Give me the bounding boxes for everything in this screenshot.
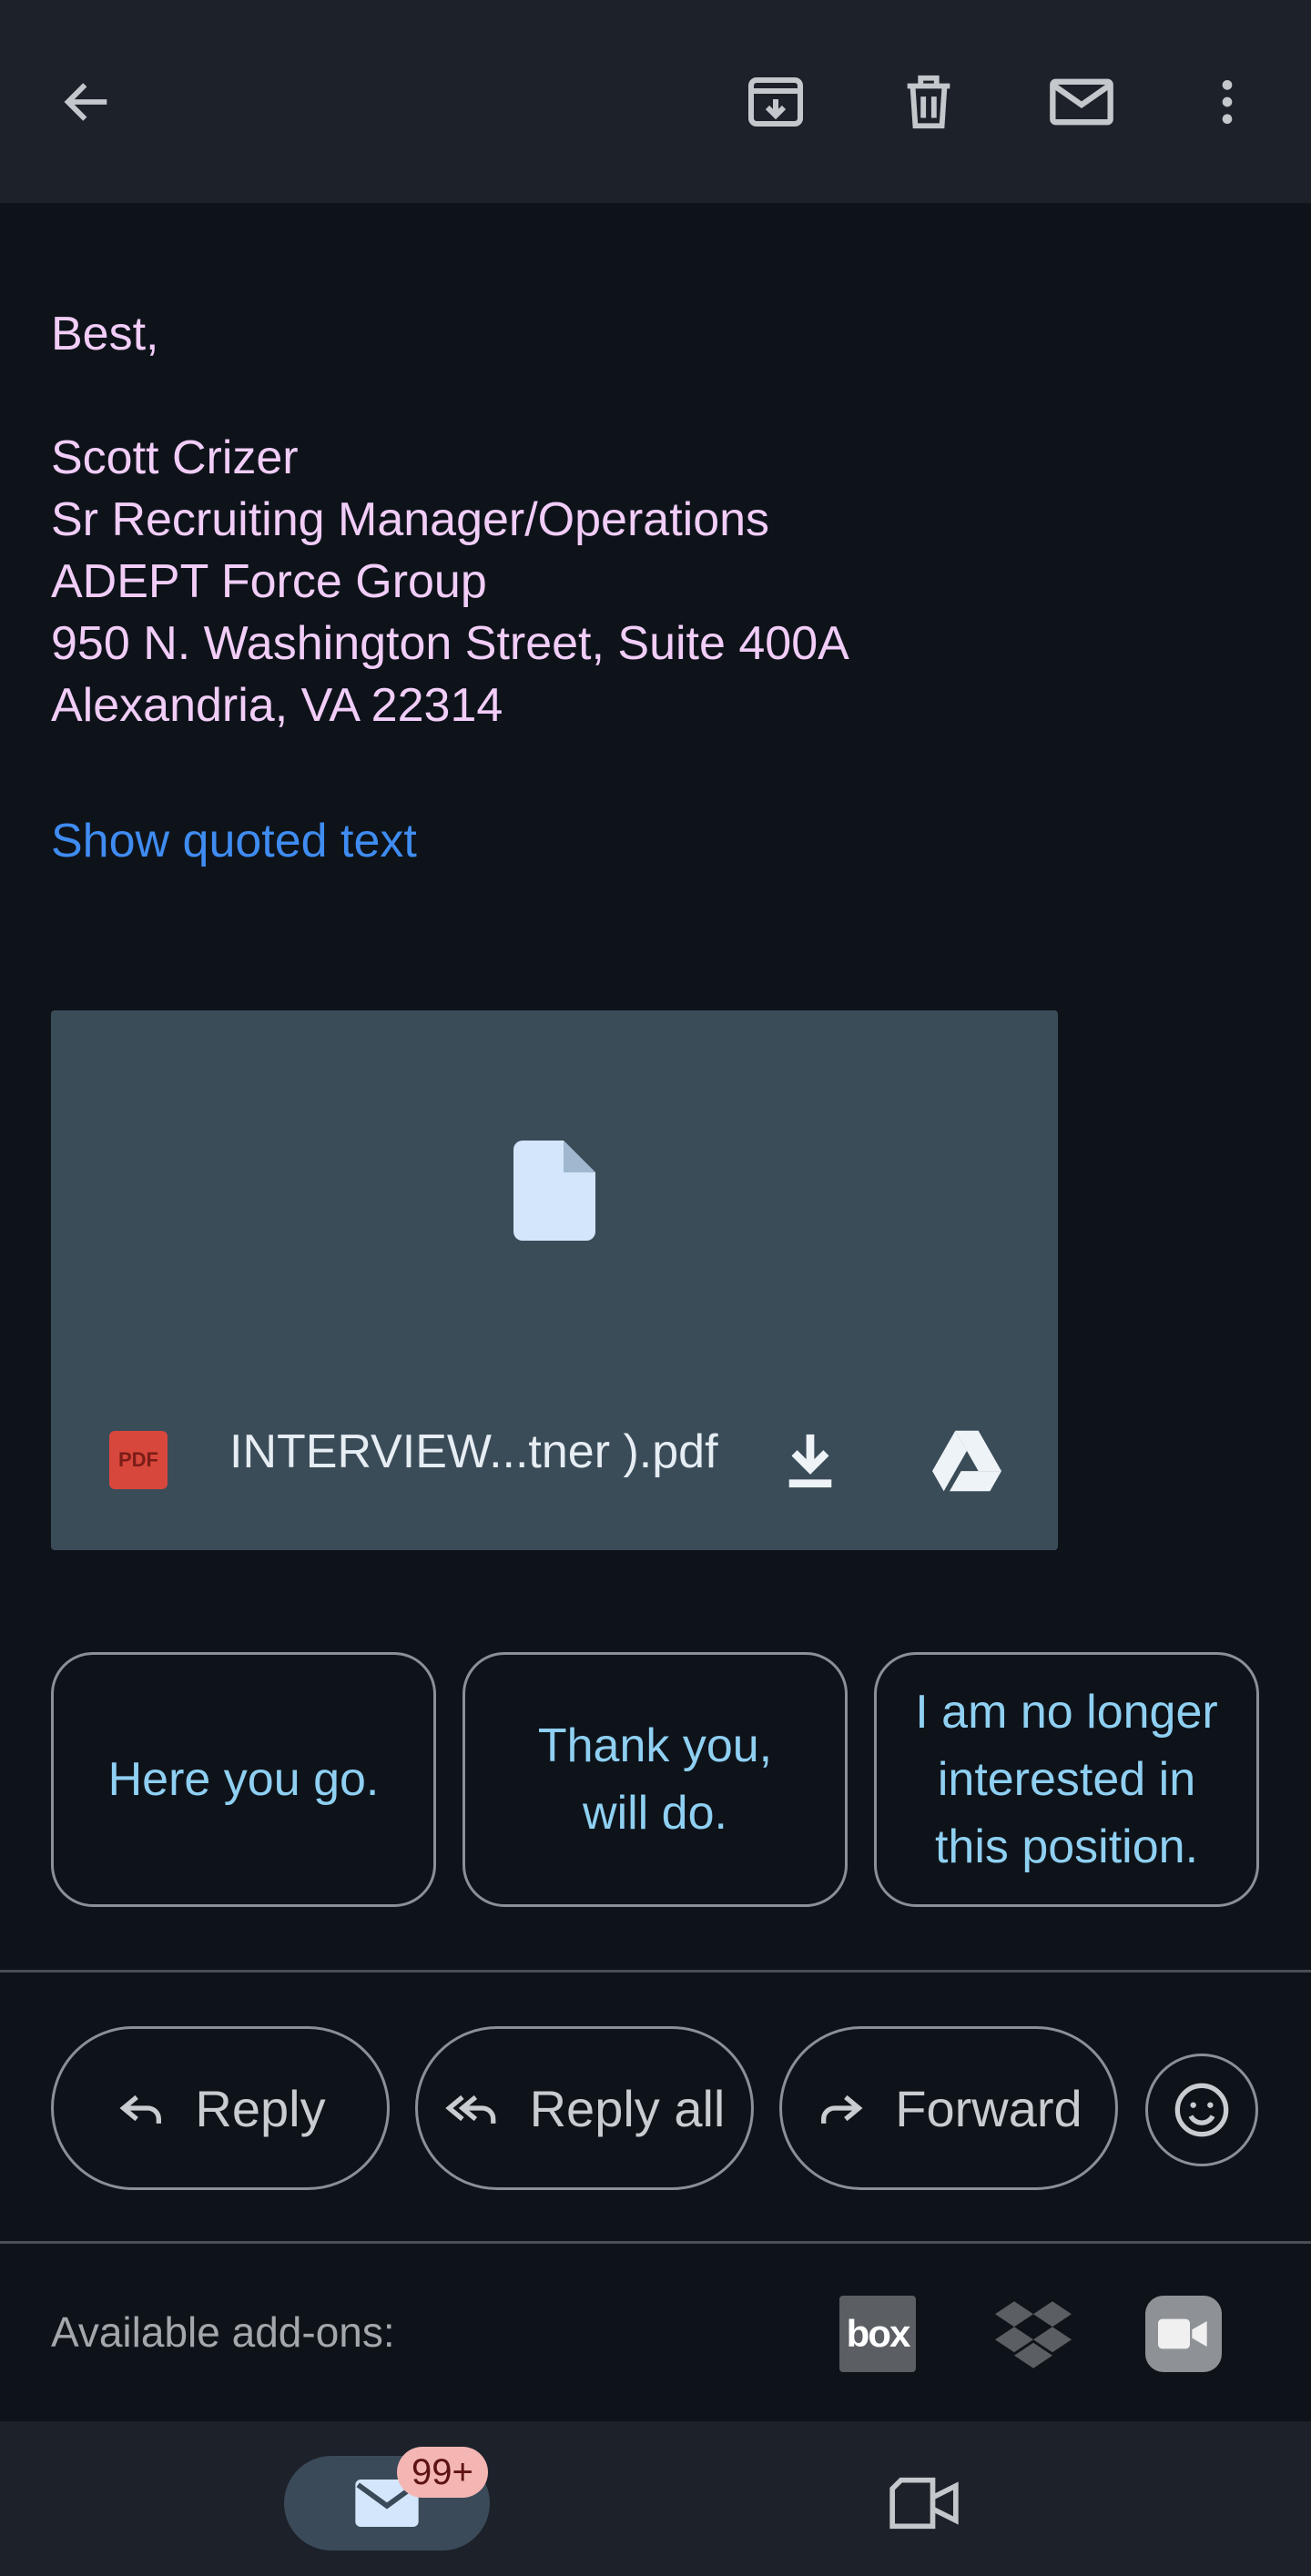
meet-addon-button[interactable]: [1145, 2296, 1222, 2372]
reply-label: Reply: [195, 2079, 326, 2137]
archive-button[interactable]: [721, 47, 830, 157]
video-icon: [889, 2477, 959, 2530]
divider: [0, 2241, 1311, 2244]
box-addon-button[interactable]: box: [839, 2296, 916, 2372]
archive-icon: [748, 77, 803, 127]
smart-reply-text: I am no longer interested in this positi…: [915, 1686, 1218, 1873]
forward-button[interactable]: Forward: [779, 2026, 1118, 2190]
mail-icon: [1050, 78, 1113, 126]
reply-all-icon: [444, 2094, 496, 2124]
more-vert-icon: [1222, 80, 1233, 124]
attachment-card[interactable]: PDF INTERVIEW...tner ).pdf: [51, 1010, 1058, 1550]
forward-icon: [821, 2094, 863, 2124]
signature-title: Sr Recruiting Manager/Operations: [51, 493, 770, 546]
emoji-icon: [1174, 2083, 1229, 2137]
unread-count-badge: 99+: [397, 2447, 488, 2498]
smart-reply-chip[interactable]: Here you go.: [51, 1652, 436, 1907]
smart-reply-text: Here you go.: [107, 1753, 380, 1806]
delete-button[interactable]: [874, 47, 983, 157]
reply-button[interactable]: Reply: [51, 2026, 390, 2190]
react-emoji-button[interactable]: [1145, 2054, 1258, 2166]
top-app-bar: [0, 0, 1311, 203]
bottom-navigation: 99+: [0, 2421, 1311, 2576]
file-icon: [513, 1141, 595, 1241]
google-drive-icon: [932, 1430, 1001, 1492]
back-button[interactable]: [33, 47, 142, 157]
box-logo: box: [846, 2312, 911, 2355]
video-camera-icon: [1158, 2318, 1207, 2349]
dropbox-addon-button[interactable]: [992, 2294, 1074, 2376]
more-options-button[interactable]: [1173, 47, 1282, 157]
show-quoted-text-link[interactable]: Show quoted text: [51, 810, 417, 872]
reply-all-label: Reply all: [529, 2079, 726, 2137]
trash-icon: [907, 75, 950, 129]
email-closing: Best,: [51, 308, 159, 360]
save-to-drive-button[interactable]: [930, 1425, 1003, 1497]
signature-name: Scott Crizer: [51, 431, 299, 484]
download-icon: [788, 1434, 832, 1488]
divider: [0, 1970, 1311, 1973]
forward-label: Forward: [895, 2079, 1082, 2137]
pdf-type-label: PDF: [118, 1448, 158, 1471]
nav-meet-tab[interactable]: [874, 2456, 974, 2551]
smart-reply-text: Thank you, will do.: [537, 1719, 773, 1840]
mark-unread-button[interactable]: [1027, 47, 1136, 157]
smart-reply-chip[interactable]: Thank you, will do.: [462, 1652, 848, 1907]
signature-city: Alexandria, VA 22314: [51, 679, 503, 732]
addons-label: Available add-ons:: [51, 2308, 395, 2356]
reply-all-button[interactable]: Reply all: [415, 2026, 754, 2190]
reply-icon: [119, 2094, 162, 2124]
dropbox-icon: [995, 2301, 1072, 2368]
attachment-file-name: INTERVIEW...tner ).pdf: [229, 1425, 718, 1478]
smart-reply-chip[interactable]: I am no longer interested in this positi…: [874, 1652, 1259, 1907]
pdf-icon: PDF: [109, 1431, 168, 1489]
signature-company: ADEPT Force Group: [51, 555, 487, 608]
download-button[interactable]: [774, 1425, 847, 1497]
signature-address: 950 N. Washington Street, Suite 400A: [51, 617, 849, 670]
arrow-back-icon: [64, 83, 107, 121]
